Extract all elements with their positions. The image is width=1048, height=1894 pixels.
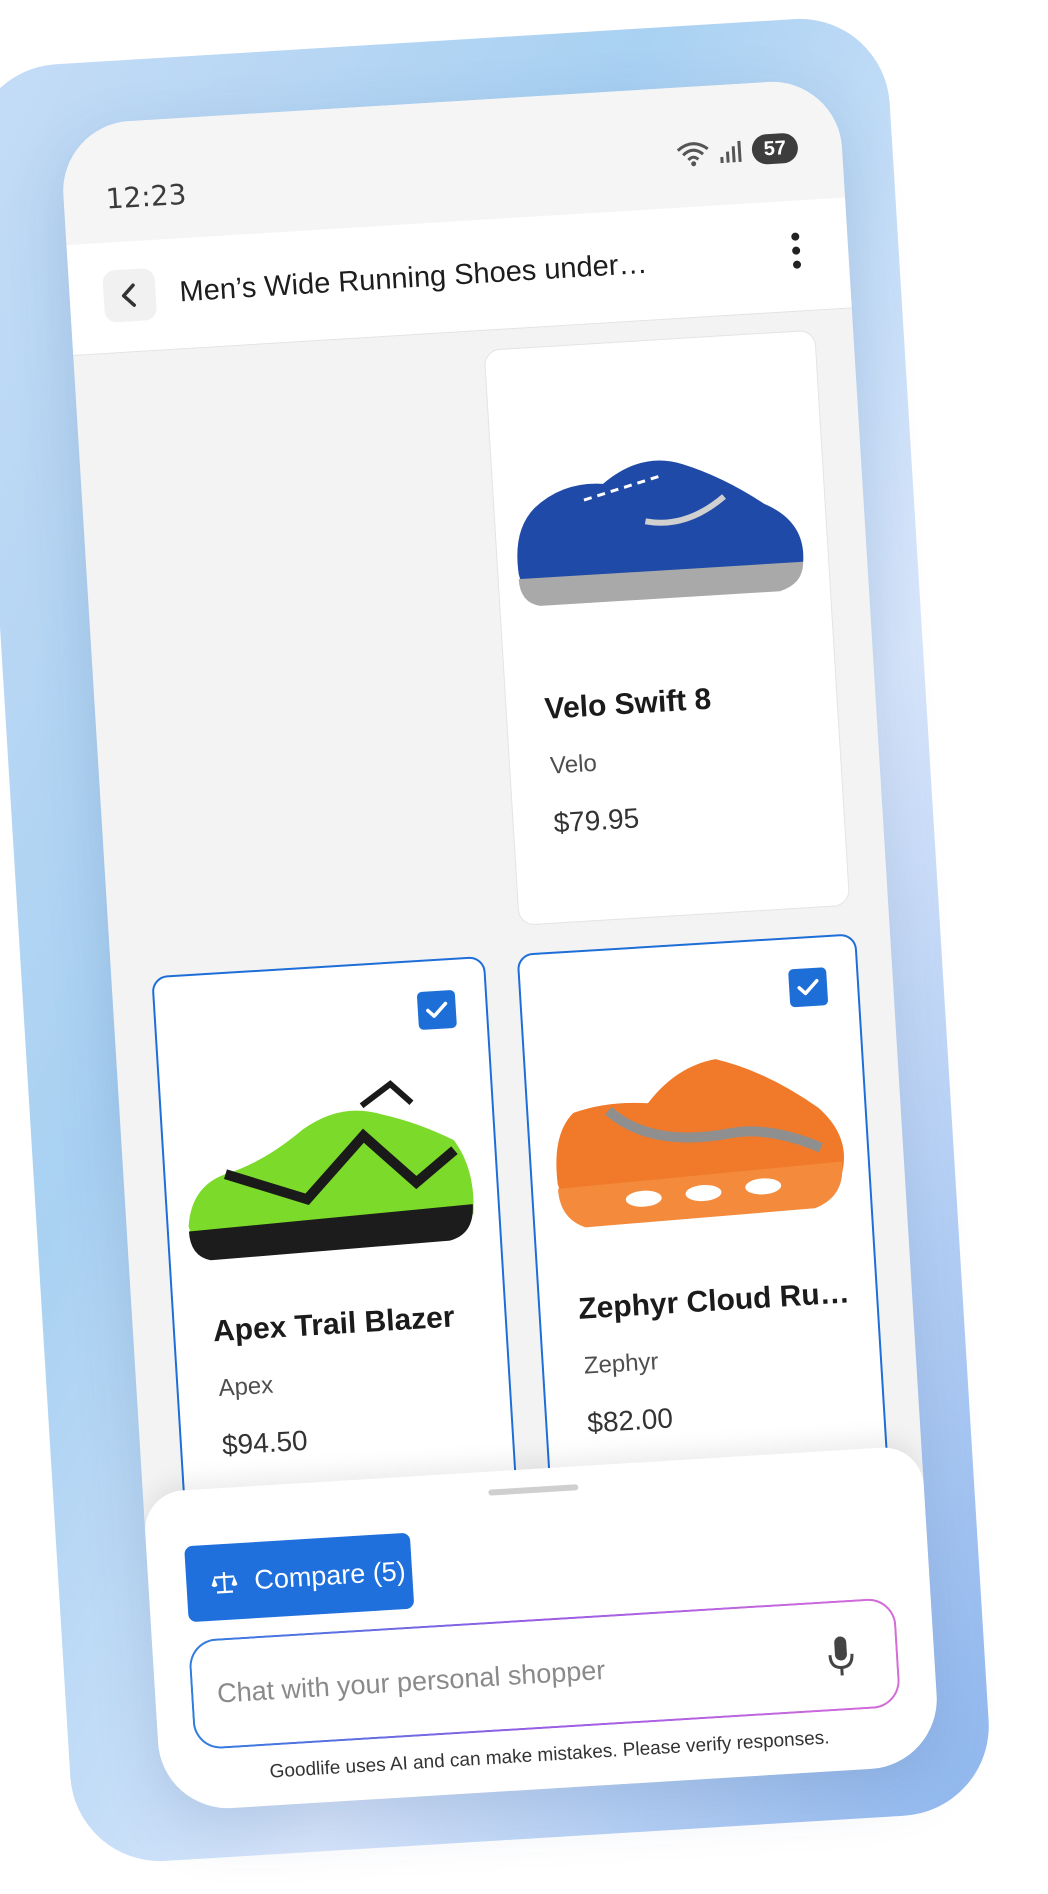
microphone-icon[interactable]: [825, 1634, 858, 1680]
product-image-apex: [188, 1080, 474, 1261]
more-options-button[interactable]: [785, 226, 808, 283]
signal-icon: [720, 140, 742, 164]
product-brand: Zephyr: [583, 1348, 660, 1380]
more-dot-icon: [791, 246, 801, 255]
scale-icon: [211, 1571, 238, 1594]
status-icons: 57: [675, 132, 799, 169]
product-brand: Apex: [217, 1371, 274, 1402]
select-checkbox[interactable]: [416, 989, 457, 1031]
page-title: Men’s Wide Running Shoes under…: [178, 247, 649, 309]
product-image-zephyr: [556, 1059, 844, 1228]
product-brand: Velo: [549, 749, 598, 780]
bottom-sheet: Compare (5) Chat with your personal shop…: [142, 1445, 941, 1813]
product-name: Zephyr Cloud Runn…: [577, 1276, 854, 1326]
product-name: Velo Swift 8: [543, 682, 713, 726]
check-icon: [797, 978, 819, 996]
product-price: $79.95: [552, 802, 641, 839]
compare-button[interactable]: Compare (5): [184, 1532, 415, 1623]
more-dot-icon: [792, 260, 802, 269]
product-card-velo[interactable]: Velo Swift 8 Velo $79.95: [483, 329, 851, 926]
compare-label: Compare (5): [253, 1555, 407, 1595]
chat-input[interactable]: Chat with your personal shopper: [187, 1597, 902, 1751]
status-time: 12:23: [104, 177, 188, 216]
product-price: $94.50: [221, 1424, 309, 1461]
drag-handle[interactable]: [488, 1484, 579, 1496]
check-icon: [426, 1001, 448, 1018]
more-dot-icon: [791, 232, 800, 241]
product-price: $82.00: [586, 1402, 674, 1439]
product-card-zephyr[interactable]: Zephyr Cloud Runn… Zephyr $82.00: [516, 933, 891, 1517]
product-card-apex[interactable]: Apex Trail Blazer Apex $94.50: [151, 955, 520, 1540]
wifi-icon: [676, 142, 709, 167]
product-image-velo: [517, 460, 804, 606]
chat-placeholder: Chat with your personal shopper: [216, 1654, 607, 1709]
battery-indicator: 57: [751, 132, 799, 166]
chevron-left-icon: [121, 283, 137, 307]
back-button[interactable]: [102, 267, 158, 323]
phone-screen: 12:23 57 Men’s Wide Running Shoes under…: [59, 77, 941, 1813]
